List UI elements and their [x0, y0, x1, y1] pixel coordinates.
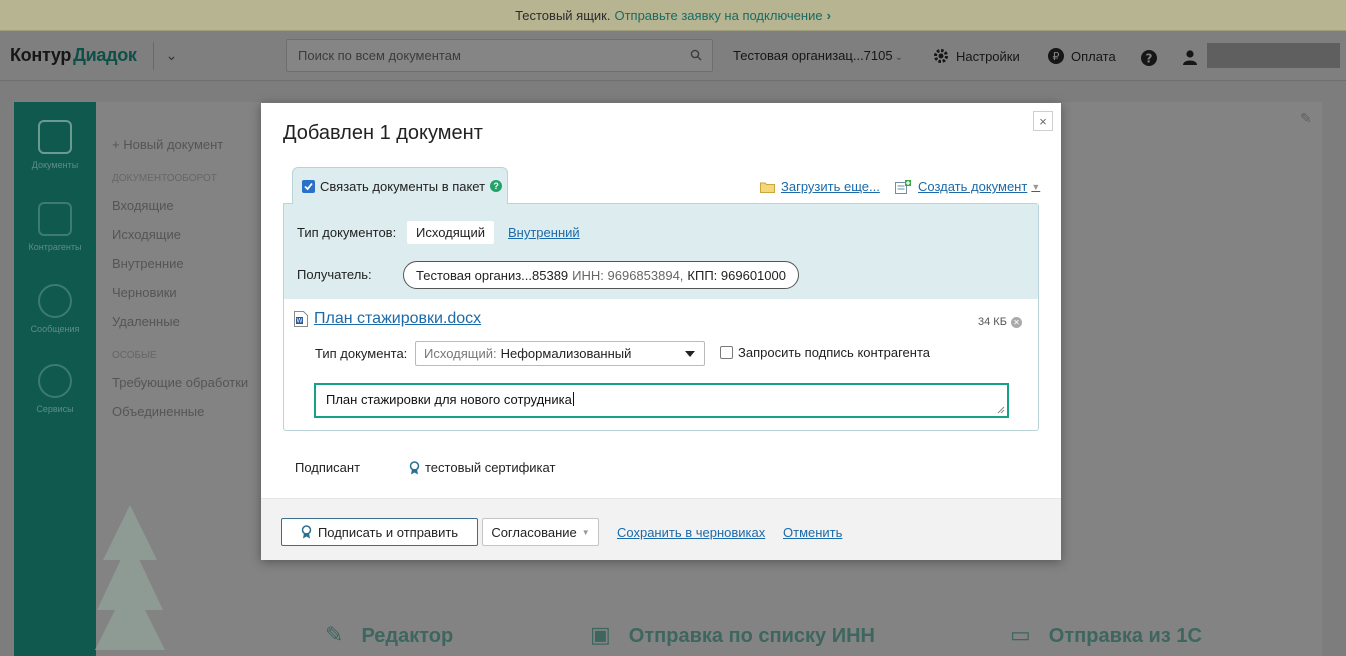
link-package-tab[interactable]: Связать документы в пакет ?: [292, 167, 508, 204]
file-size: 34 КБ ✕: [978, 316, 1022, 328]
checkmark-icon: [304, 182, 313, 190]
doc-type-outgoing-tab[interactable]: Исходящий: [407, 221, 494, 244]
banner-text: Тестовый ящик.: [515, 7, 611, 23]
clipboard-icon: ▣: [590, 622, 611, 647]
gear-icon: [934, 49, 948, 63]
add-document-dialog: Добавлен 1 документ × Связать документы …: [261, 103, 1061, 560]
create-document-link[interactable]: Создать документ ▼: [895, 179, 1040, 194]
sidebar-item-merged[interactable]: Объединенные: [112, 397, 248, 426]
save-to-drafts-link[interactable]: Сохранить в черновиках: [617, 525, 765, 540]
link-package-label: Связать документы в пакет: [320, 178, 486, 194]
certificate-icon: [301, 525, 312, 539]
folder-icon: [760, 182, 775, 193]
close-icon: ×: [1039, 113, 1047, 129]
help-icon[interactable]: ?: [1140, 49, 1158, 67]
resize-grip-icon[interactable]: [997, 406, 1005, 414]
sidebar-item-requiring-processing[interactable]: Требующие обработки: [112, 368, 248, 397]
user-name-redacted[interactable]: [1207, 43, 1340, 68]
link-package-checkbox[interactable]: [302, 179, 315, 193]
ruble-coin-icon: ₽: [1048, 48, 1064, 64]
doc-type-internal-tab[interactable]: Внутренний: [508, 225, 580, 240]
request-signature-option[interactable]: Запросить подпись контрагента: [720, 345, 930, 360]
tile-send-by-inn[interactable]: ▣ Отправка по списку ИНН: [590, 622, 875, 648]
recipient-label: Получатель:: [297, 267, 372, 282]
help-icon[interactable]: ?: [490, 180, 503, 192]
search-placeholder: Поиск по всем документам: [298, 48, 461, 63]
package-settings: Тип документов: Исходящий Внутренний Пол…: [284, 204, 1038, 299]
sidebar-item-internal[interactable]: Внутренние: [112, 249, 248, 278]
recipient-token[interactable]: Тестовая организ...85389 ИНН: 9696853894…: [403, 261, 799, 289]
sidebar-item-drafts[interactable]: Черновики: [112, 278, 248, 307]
nav-item-counterparties[interactable]: Контрагенты: [14, 202, 96, 252]
search-icon: [690, 49, 702, 61]
product-menu-chevron-down-icon[interactable]: ⌄: [166, 47, 178, 64]
app-header: Контур Диадок ⌄ Поиск по всем документам…: [0, 31, 1346, 81]
sign-and-send-button[interactable]: Подписать и отправить: [281, 518, 478, 546]
payment-button[interactable]: ₽ Оплата: [1047, 47, 1116, 65]
doc-type-field-label: Тип документа:: [315, 346, 408, 361]
nav-item-messages[interactable]: Сообщения: [14, 284, 96, 334]
text-caret: [572, 392, 574, 406]
connection-request-link[interactable]: Отправьте заявку на подключение: [614, 8, 822, 23]
pencil-icon: ✎: [325, 622, 344, 647]
dropdown-arrow-icon: [685, 351, 695, 357]
nav-item-services[interactable]: Сервисы: [14, 364, 96, 414]
header-divider: [152, 41, 154, 70]
user-icon[interactable]: [1182, 49, 1198, 65]
upload-more-link[interactable]: Загрузить еще...: [760, 179, 880, 194]
chevron-right-icon: ›: [826, 7, 831, 23]
approval-dropdown-button[interactable]: Согласование ▼: [482, 518, 599, 546]
dialog-title: Добавлен 1 документ: [283, 122, 483, 144]
settings-button[interactable]: Настройки: [932, 47, 1020, 65]
logo[interactable]: Контур Диадок: [10, 45, 137, 66]
certificate-icon: [409, 460, 420, 474]
tile-send-from-1c[interactable]: ▭ Отправка из 1С: [1010, 622, 1202, 648]
search-input[interactable]: Поиск по всем документам: [286, 39, 713, 72]
new-document-link[interactable]: + Новый документ: [112, 130, 248, 159]
test-mailbox-banner: Тестовый ящик. Отправьте заявку на подкл…: [0, 0, 1346, 31]
nav-item-documents[interactable]: Документы: [14, 120, 96, 170]
svg-text:W: W: [297, 318, 303, 325]
svg-text:₽: ₽: [1053, 50, 1060, 63]
decorative-tree-icon: [95, 505, 165, 650]
close-button[interactable]: ×: [1033, 111, 1053, 131]
doc-types-label: Тип документов:: [297, 225, 397, 240]
document-file-row: W План стажировки.docx: [294, 310, 481, 328]
file-name-link[interactable]: План стажировки.docx: [314, 310, 481, 328]
signer-certificate[interactable]: тестовый сертификат: [409, 460, 555, 475]
chevron-down-icon: ▼: [1031, 181, 1041, 192]
sidebar-item-outgoing[interactable]: Исходящие: [112, 220, 248, 249]
chevron-down-icon: ⌄: [894, 52, 903, 63]
left-navigation: Документы Контрагенты Сообщения Сервисы: [14, 102, 96, 656]
background-sidebar: + Новый документ ДОКУМЕНТООБОРОТ Входящи…: [112, 130, 248, 426]
organization-selector[interactable]: Тестовая организац...7105 ⌄: [733, 48, 903, 63]
word-document-icon: W: [294, 311, 308, 327]
dialog-footer: Подписать и отправить Согласование ▼ Сох…: [261, 498, 1061, 560]
create-document-icon: [895, 179, 911, 194]
doc-type-select[interactable]: Исходящий: Неформализованный: [415, 341, 705, 366]
monitor-icon: ▭: [1010, 622, 1031, 647]
remove-file-icon[interactable]: ✕: [1010, 316, 1022, 328]
edit-pencil-icon[interactable]: ✎: [1300, 110, 1312, 127]
chevron-down-icon: ▼: [581, 527, 590, 537]
cancel-link[interactable]: Отменить: [783, 525, 842, 540]
request-signature-checkbox[interactable]: [720, 346, 733, 359]
signer-label: Подписант: [295, 460, 361, 475]
sidebar-item-incoming[interactable]: Входящие: [112, 191, 248, 220]
comment-textarea[interactable]: План стажировки для нового сотрудника: [314, 383, 1009, 418]
sidebar-item-deleted[interactable]: Удаленные: [112, 307, 248, 336]
package-panel: Тип документов: Исходящий Внутренний Пол…: [283, 203, 1039, 431]
svg-text:?: ?: [1146, 52, 1153, 66]
tile-editor[interactable]: ✎ Редактор: [325, 622, 453, 648]
